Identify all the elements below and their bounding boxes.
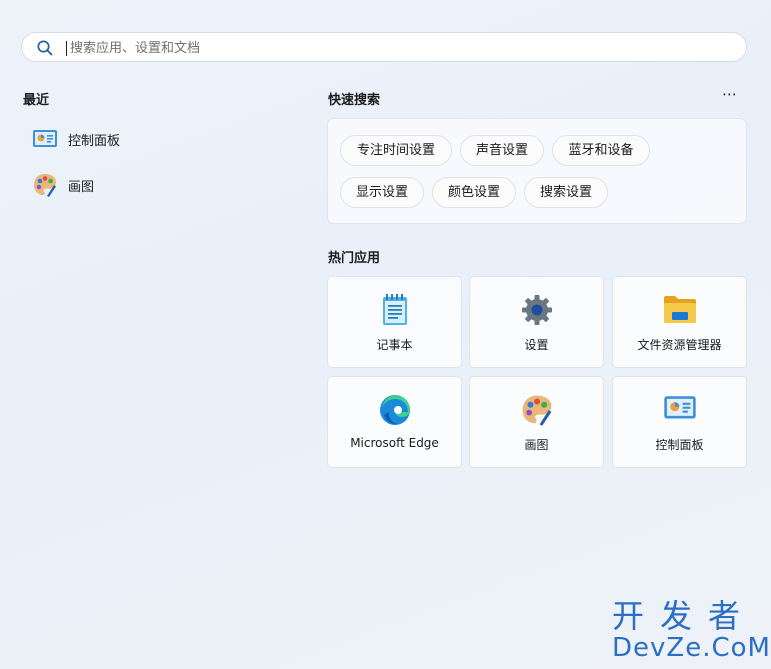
app-tile-label: 文件资源管理器: [637, 338, 722, 352]
app-tile-label: 控制面板: [655, 438, 704, 452]
search-input[interactable]: [68, 37, 712, 59]
watermark: 开发者 DevZe.CoM: [612, 597, 771, 663]
settings-gear-icon: [521, 295, 552, 325]
chip-bluetooth-devices[interactable]: 蓝牙和设备: [552, 135, 650, 166]
recent-item-control-panel[interactable]: 控制面板: [28, 121, 248, 157]
recent-heading: 最近: [23, 93, 50, 108]
app-tile-paint[interactable]: 画图: [469, 376, 604, 468]
recent-item-label: 控制面板: [68, 133, 121, 149]
chip-display-settings[interactable]: 显示设置: [340, 177, 424, 208]
recent-item-paint[interactable]: 画图: [28, 167, 248, 203]
app-tile-edge[interactable]: Microsoft Edge: [327, 376, 462, 468]
notepad-icon: [382, 294, 407, 325]
chip-color-settings[interactable]: 颜色设置: [432, 177, 516, 208]
app-tile-label: Microsoft Edge: [350, 436, 439, 450]
chip-search-settings[interactable]: 搜索设置: [524, 177, 608, 208]
app-tile-label: 画图: [524, 438, 549, 452]
app-tile-label: 记事本: [376, 338, 413, 352]
paint-icon: [522, 395, 551, 426]
chip-focus-settings[interactable]: 专注时间设置: [340, 135, 452, 166]
control-panel-icon: [33, 130, 57, 147]
more-options-button[interactable]: ⋯: [718, 87, 742, 104]
app-tile-label: 设置: [524, 338, 549, 352]
recent-item-label: 画图: [68, 179, 95, 195]
app-tile-notepad[interactable]: 记事本: [327, 276, 462, 368]
edge-icon: [379, 395, 410, 425]
paint-icon: [34, 174, 56, 197]
watermark-line2: DevZe.CoM: [612, 633, 771, 663]
quick-search-panel: 专注时间设置 声音设置 蓝牙和设备 显示设置 颜色设置 搜索设置: [327, 118, 747, 224]
search-box[interactable]: [21, 32, 747, 62]
quick-search-heading: 快速搜索: [328, 93, 381, 108]
app-tile-settings[interactable]: 设置: [469, 276, 604, 368]
app-tile-control-panel[interactable]: 控制面板: [612, 376, 747, 468]
control-panel-icon: [663, 396, 696, 419]
search-icon: [37, 40, 53, 56]
top-apps-heading: 热门应用: [328, 251, 381, 266]
watermark-line1: 开发者: [612, 597, 757, 635]
file-explorer-icon: [663, 296, 696, 323]
text-caret: [66, 41, 67, 56]
app-tile-file-explorer[interactable]: 文件资源管理器: [612, 276, 747, 368]
chip-sound-settings[interactable]: 声音设置: [460, 135, 544, 166]
